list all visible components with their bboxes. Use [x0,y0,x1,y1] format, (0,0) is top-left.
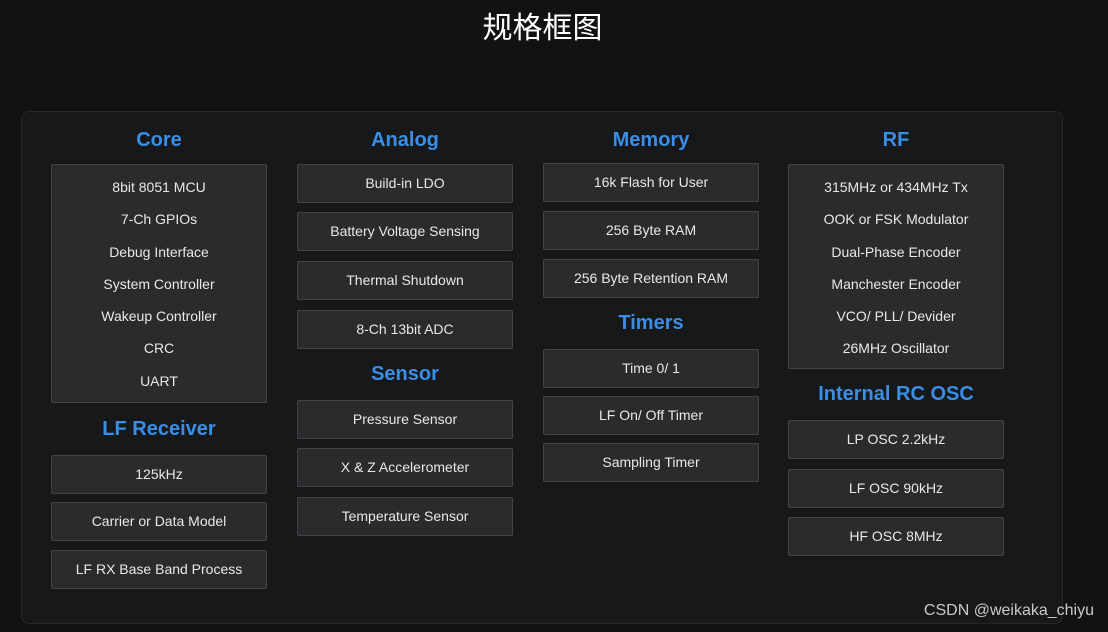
core-item-uart: UART [140,372,178,389]
lf-receiver-item-125khz: 125kHz [51,455,267,494]
sensor-item-pressure: Pressure Sensor [297,400,513,439]
core-item-system-controller: System Controller [103,275,215,292]
sensor-item-temperature: Temperature Sensor [297,497,513,536]
analog-item-thermal-shutdown: Thermal Shutdown [297,261,513,300]
lf-receiver-heading: LF Receiver [102,418,216,440]
timers-item-sampling: Sampling Timer [543,443,759,482]
core-heading: Core [136,129,182,151]
rf-item-oscillator: 26MHz Oscillator [842,340,950,357]
analog-item-ldo: Build-in LDO [297,164,513,203]
sensor-heading: Sensor [371,363,439,385]
osc-item-lf: LF OSC 90kHz [788,469,1004,508]
internal-rc-osc-heading: Internal RC OSC [818,383,974,405]
core-item-mcu: 8bit 8051 MCU [112,179,206,195]
core-item-wakeup-controller: Wakeup Controller [101,308,217,325]
osc-item-lp: LP OSC 2.2kHz [788,420,1004,459]
lf-receiver-item-baseband-process: LF RX Base Band Process [51,550,267,589]
analog-item-adc: 8-Ch 13bit ADC [297,310,513,349]
core-item-debug-interface: Debug Interface [109,243,209,260]
memory-heading: Memory [612,129,690,151]
memory-item-ram: 256 Byte RAM [543,211,759,250]
core-item-crc: CRC [143,340,175,357]
watermark: CSDN @weikaka_chiyu [923,602,1094,619]
analog-heading: Analog [371,129,439,151]
page-title: 规格框图 [482,11,603,46]
sensor-item-accelerometer: X & Z Accelerometer [297,448,513,487]
rf-item-modulator: OOK or FSK Modulator [823,211,969,228]
core-item-gpios: 7-Ch GPIOs [120,211,198,228]
timers-heading: Timers [618,312,684,334]
memory-item-flash: 16k Flash for User [543,163,759,202]
rf-item-vco-pll: VCO/ PLL/ Devider [836,308,956,325]
core-block: 8bit 8051 MCU 7-Ch GPIOs Debug Interface… [51,164,267,403]
timers-item-time01: Time 0/ 1 [543,349,759,388]
analog-item-battery-sensing: Battery Voltage Sensing [297,212,513,251]
timers-item-lf-onoff: LF On/ Off Timer [543,396,759,435]
rf-item-manchester-encoder: Manchester Encoder [831,275,961,292]
osc-item-hf: HF OSC 8MHz [788,517,1004,556]
rf-block: 315MHz or 434MHz Tx OOK or FSK Modulator… [788,164,1004,369]
lf-receiver-item-carrier-data-model: Carrier or Data Model [51,502,267,541]
rf-item-tx: 315MHz or 434MHz Tx [824,179,968,195]
memory-item-retention-ram: 256 Byte Retention RAM [543,259,759,298]
rf-heading: RF [882,129,910,151]
rf-item-dual-phase-encoder: Dual-Phase Encoder [831,243,961,260]
